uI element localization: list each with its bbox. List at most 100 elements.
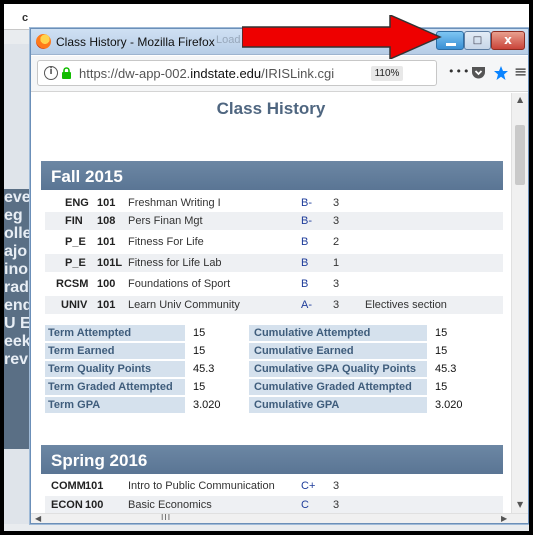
course-title: Basic Economics [128, 499, 212, 511]
close-icon: x [504, 33, 512, 47]
course-grade: C [301, 499, 309, 511]
term-header-fall-2015: Fall 2015 [41, 161, 503, 190]
course-dept: COMM [51, 480, 86, 492]
cumulative-stat-value: 3.020 [435, 399, 463, 411]
background-header-text: c [22, 12, 29, 24]
navigation-bar: i https://dw-app-002.indstate.edu/IRISLi… [31, 56, 528, 92]
course-dept: ECON [51, 499, 83, 511]
term-stat-value: 15 [193, 327, 206, 339]
site-info-icon[interactable]: i [44, 66, 58, 80]
zoom-indicator[interactable]: 110% [371, 66, 403, 81]
course-credits: 3 [333, 499, 340, 511]
course-row: COMM 101 Intro to Public Communication C… [45, 477, 503, 495]
cumulative-stat-label: Cumulative Attempted [249, 325, 427, 341]
page-actions-menu-icon[interactable]: ••• [448, 65, 470, 78]
term-stat-value: 45.3 [193, 363, 215, 375]
course-note: Electives section [365, 299, 447, 311]
window-title: Class History - Mozilla Firefox [56, 35, 215, 49]
course-row: FIN 108 Pers Finan Mgt B- 3 [45, 212, 503, 230]
course-row: ECON 100 Basic Economics C 3 [45, 496, 503, 513]
minimize-icon [446, 43, 456, 46]
firefox-popup-window: Class History - Mozilla Firefox Load Ref… [30, 28, 529, 524]
course-row: ENG 101 Freshman Writing I B- 3 [45, 194, 503, 212]
course-grade: B [301, 236, 309, 248]
maximize-icon: □ [472, 35, 483, 46]
course-number: 100 [97, 278, 116, 290]
course-row: UNIV 101 Learn Univ Community A- 3 Elect… [45, 296, 503, 314]
stats-row: Term Earned 15 Cumulative Earned 15 [45, 343, 503, 360]
url-path: /IRISLink.cgi [261, 66, 335, 81]
course-credits: 3 [333, 197, 340, 209]
stats-row: Term Graded Attempted 15 Cumulative Grad… [45, 379, 503, 396]
scroll-left-icon[interactable]: ◀ [35, 514, 41, 523]
horizontal-scroll-grip[interactable]: III [161, 513, 171, 522]
pocket-icon[interactable] [471, 66, 486, 80]
hamburger-menu-icon[interactable]: ≡ [514, 62, 527, 81]
term-stat-label: Term Attempted [45, 325, 185, 341]
course-grade: C+ [301, 480, 316, 492]
course-grade: B- [301, 215, 312, 227]
lock-icon [62, 67, 71, 79]
cumulative-stat-label: Cumulative Graded Attempted [249, 379, 427, 395]
course-title: Learn Univ Community [128, 299, 240, 311]
scroll-right-icon[interactable]: ▶ [501, 514, 507, 523]
cumulative-stat-label: Cumulative Earned [249, 343, 427, 359]
close-button[interactable]: x [491, 31, 525, 50]
firefox-logo-icon [36, 34, 51, 49]
course-number: 101 [97, 236, 116, 248]
url-prefix: https://dw-app-002. [79, 66, 191, 81]
course-credits: 3 [333, 480, 340, 492]
cumulative-stat-label: Cumulative GPA Quality Points [249, 361, 427, 377]
vertical-scrollbar[interactable]: ▲ ▼ [511, 93, 528, 513]
stats-row: Term GPA 3.020 Cumulative GPA 3.020 [45, 397, 503, 414]
course-number: 101 [85, 480, 104, 492]
course-number: 101L [97, 257, 123, 269]
course-dept: FIN [65, 215, 83, 227]
scroll-down-icon[interactable]: ▼ [517, 500, 523, 509]
horizontal-scrollbar[interactable]: ◀ III ▶ [31, 513, 528, 523]
course-title: Foundations of Sport [128, 278, 231, 290]
term-header-spring-2016: Spring 2016 [41, 445, 503, 474]
maximize-button[interactable]: □ [464, 31, 491, 50]
course-credits: 2 [333, 236, 340, 248]
course-number: 100 [85, 499, 104, 511]
course-grade: B- [301, 197, 312, 209]
term-stat-value: 15 [193, 345, 206, 357]
vertical-scroll-thumb[interactable] [515, 125, 525, 185]
annotation-arrow-icon [242, 15, 442, 59]
stats-row: Term Quality Points 45.3 Cumulative GPA … [45, 361, 503, 378]
address-bar[interactable]: i https://dw-app-002.indstate.edu/IRISLi… [37, 60, 437, 86]
term-stat-label: Term Graded Attempted [45, 379, 185, 395]
stats-row: Term Attempted 15 Cumulative Attempted 1… [45, 325, 503, 342]
course-number: 101 [97, 299, 116, 311]
term-stat-label: Term GPA [45, 397, 185, 413]
cumulative-stat-label: Cumulative GPA [249, 397, 427, 413]
term-stat-label: Term Quality Points [45, 361, 185, 377]
course-row: P_E 101L Fitness for Life Lab B 1 [45, 254, 503, 272]
course-number: 108 [97, 215, 116, 227]
term-stat-label: Term Earned [45, 343, 185, 359]
course-grade: A- [301, 299, 312, 311]
course-title: Fitness for Life Lab [128, 257, 222, 269]
course-grade: B [301, 257, 309, 269]
scroll-up-icon[interactable]: ▲ [517, 95, 523, 104]
bookmark-star-icon[interactable] [493, 65, 509, 81]
url-domain: indstate.edu [190, 66, 262, 81]
course-credits: 1 [333, 257, 340, 269]
cumulative-stat-value: 15 [435, 345, 448, 357]
course-grade: B [301, 278, 309, 290]
url-text[interactable]: https://dw-app-002.indstate.edu/IRISLink… [79, 66, 334, 81]
term-stat-value: 3.020 [193, 399, 221, 411]
course-title: Fitness For Life [128, 236, 204, 248]
course-dept: RCSM [56, 278, 89, 290]
term-stat-value: 15 [193, 381, 206, 393]
course-credits: 3 [333, 299, 340, 311]
course-dept: P_E [65, 257, 86, 269]
course-row: P_E 101 Fitness For Life B 2 [45, 233, 503, 251]
cumulative-stat-value: 15 [435, 327, 448, 339]
screenshot-frame: c w eve eg olle ajo ino rad end U E eek … [4, 4, 529, 531]
course-dept: UNIV [61, 299, 88, 311]
course-credits: 3 [333, 215, 340, 227]
cumulative-stat-value: 15 [435, 381, 448, 393]
page-title: Class History [216, 99, 326, 118]
